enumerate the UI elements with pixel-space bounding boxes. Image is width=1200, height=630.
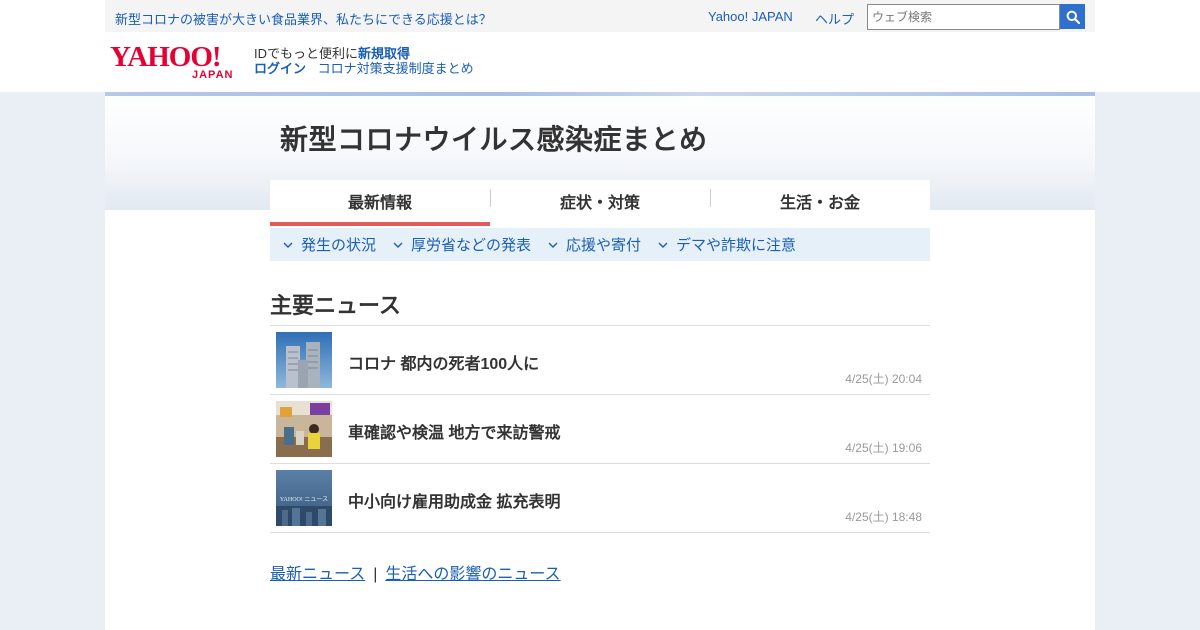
page-title: 新型コロナウイルス感染症まとめ	[280, 124, 708, 155]
news-thumbnail	[276, 401, 332, 457]
chevron-down-icon	[658, 242, 668, 248]
subnav-announcements[interactable]: 厚労省などの発表	[392, 234, 531, 255]
tab-symptoms[interactable]: 症状・対策	[490, 180, 710, 226]
utility-bar: 新型コロナの被害が大きい食品業界、私たちにできる応援とは？ Yahoo! JAP…	[105, 0, 1095, 32]
subnav-outbreak-status[interactable]: 発生の状況	[282, 234, 376, 255]
news-list: コロナ 都内の死者100人に 4/25(土) 20:04 車確認や検温 地方で来…	[270, 325, 930, 533]
subnav-label: デマや詐欺に注意	[676, 237, 797, 254]
chevron-down-icon	[548, 242, 558, 248]
section-title: 主要ニュース	[270, 293, 401, 318]
subnav-label: 厚労省などの発表	[411, 237, 532, 254]
search-button[interactable]	[1060, 4, 1085, 29]
news-thumbnail: YAHOO! ニュース	[276, 470, 332, 526]
search-icon	[1066, 10, 1080, 24]
news-item[interactable]: YAHOO! ニュース 中小向け雇用助成金 拡充表明 4/25(土) 18:48	[270, 464, 930, 533]
subnav-support-donation[interactable]: 応援や寄付	[547, 234, 641, 255]
login-link[interactable]: ログイン	[254, 61, 306, 76]
latest-news-link[interactable]: 最新ニュース	[270, 566, 365, 583]
chevron-down-icon	[393, 242, 403, 248]
tab-bar: 最新情報 症状・対策 生活・お金	[270, 180, 930, 226]
main-content: 新型コロナウイルス感染症まとめ 最新情報 症状・対策 生活・お金 発生の状況 厚…	[105, 92, 1095, 630]
hero-accent-line	[105, 92, 1095, 96]
news-title: 中小向け雇用助成金 拡充表明	[348, 494, 561, 511]
promo-link[interactable]: 新型コロナの被害が大きい食品業界、私たちにできる応援とは？	[115, 9, 492, 28]
news-title: コロナ 都内の死者100人に	[348, 356, 540, 373]
support-programs-link[interactable]: コロナ対策支援制度まとめ	[318, 61, 474, 76]
news-timestamp: 4/25(土) 18:48	[845, 510, 922, 524]
login-line: ログイン コロナ対策支援制度まとめ	[254, 58, 474, 77]
news-item[interactable]: 車確認や検温 地方で来訪警戒 4/25(土) 19:06	[270, 395, 930, 464]
news-timestamp: 4/25(土) 20:04	[845, 372, 922, 386]
yahoo-japan-logo[interactable]: YAHOO! JAPAN	[110, 41, 245, 81]
tab-life-money[interactable]: 生活・お金	[710, 180, 930, 226]
news-thumbnail	[276, 332, 332, 388]
thumbnail-caption: YAHOO! ニュース	[280, 496, 328, 503]
help-link[interactable]: ヘルプ	[815, 9, 854, 28]
subnav-hoax-warning[interactable]: デマや詐欺に注意	[657, 234, 796, 255]
news-item[interactable]: コロナ 都内の死者100人に 4/25(土) 20:04	[270, 326, 930, 395]
tab-latest[interactable]: 最新情報	[270, 180, 490, 226]
link-separator: |	[373, 566, 378, 583]
chevron-down-icon	[283, 242, 293, 248]
footer-links: 最新ニュース | 生活への影響のニュース	[270, 560, 561, 584]
news-title: 車確認や検温 地方で来訪警戒	[348, 425, 561, 442]
life-impact-news-link[interactable]: 生活への影響のニュース	[385, 566, 560, 583]
sub-navigation: 発生の状況 厚労省などの発表 応援や寄付 デマや詐欺に注意	[270, 228, 930, 261]
subnav-label: 発生の状況	[301, 237, 377, 254]
subnav-label: 応援や寄付	[566, 237, 642, 254]
news-timestamp: 4/25(土) 19:06	[845, 441, 922, 455]
yahoo-japan-link[interactable]: Yahoo! JAPAN	[708, 9, 793, 24]
logo-subtext: JAPAN	[192, 69, 233, 80]
search-input[interactable]	[867, 4, 1060, 30]
